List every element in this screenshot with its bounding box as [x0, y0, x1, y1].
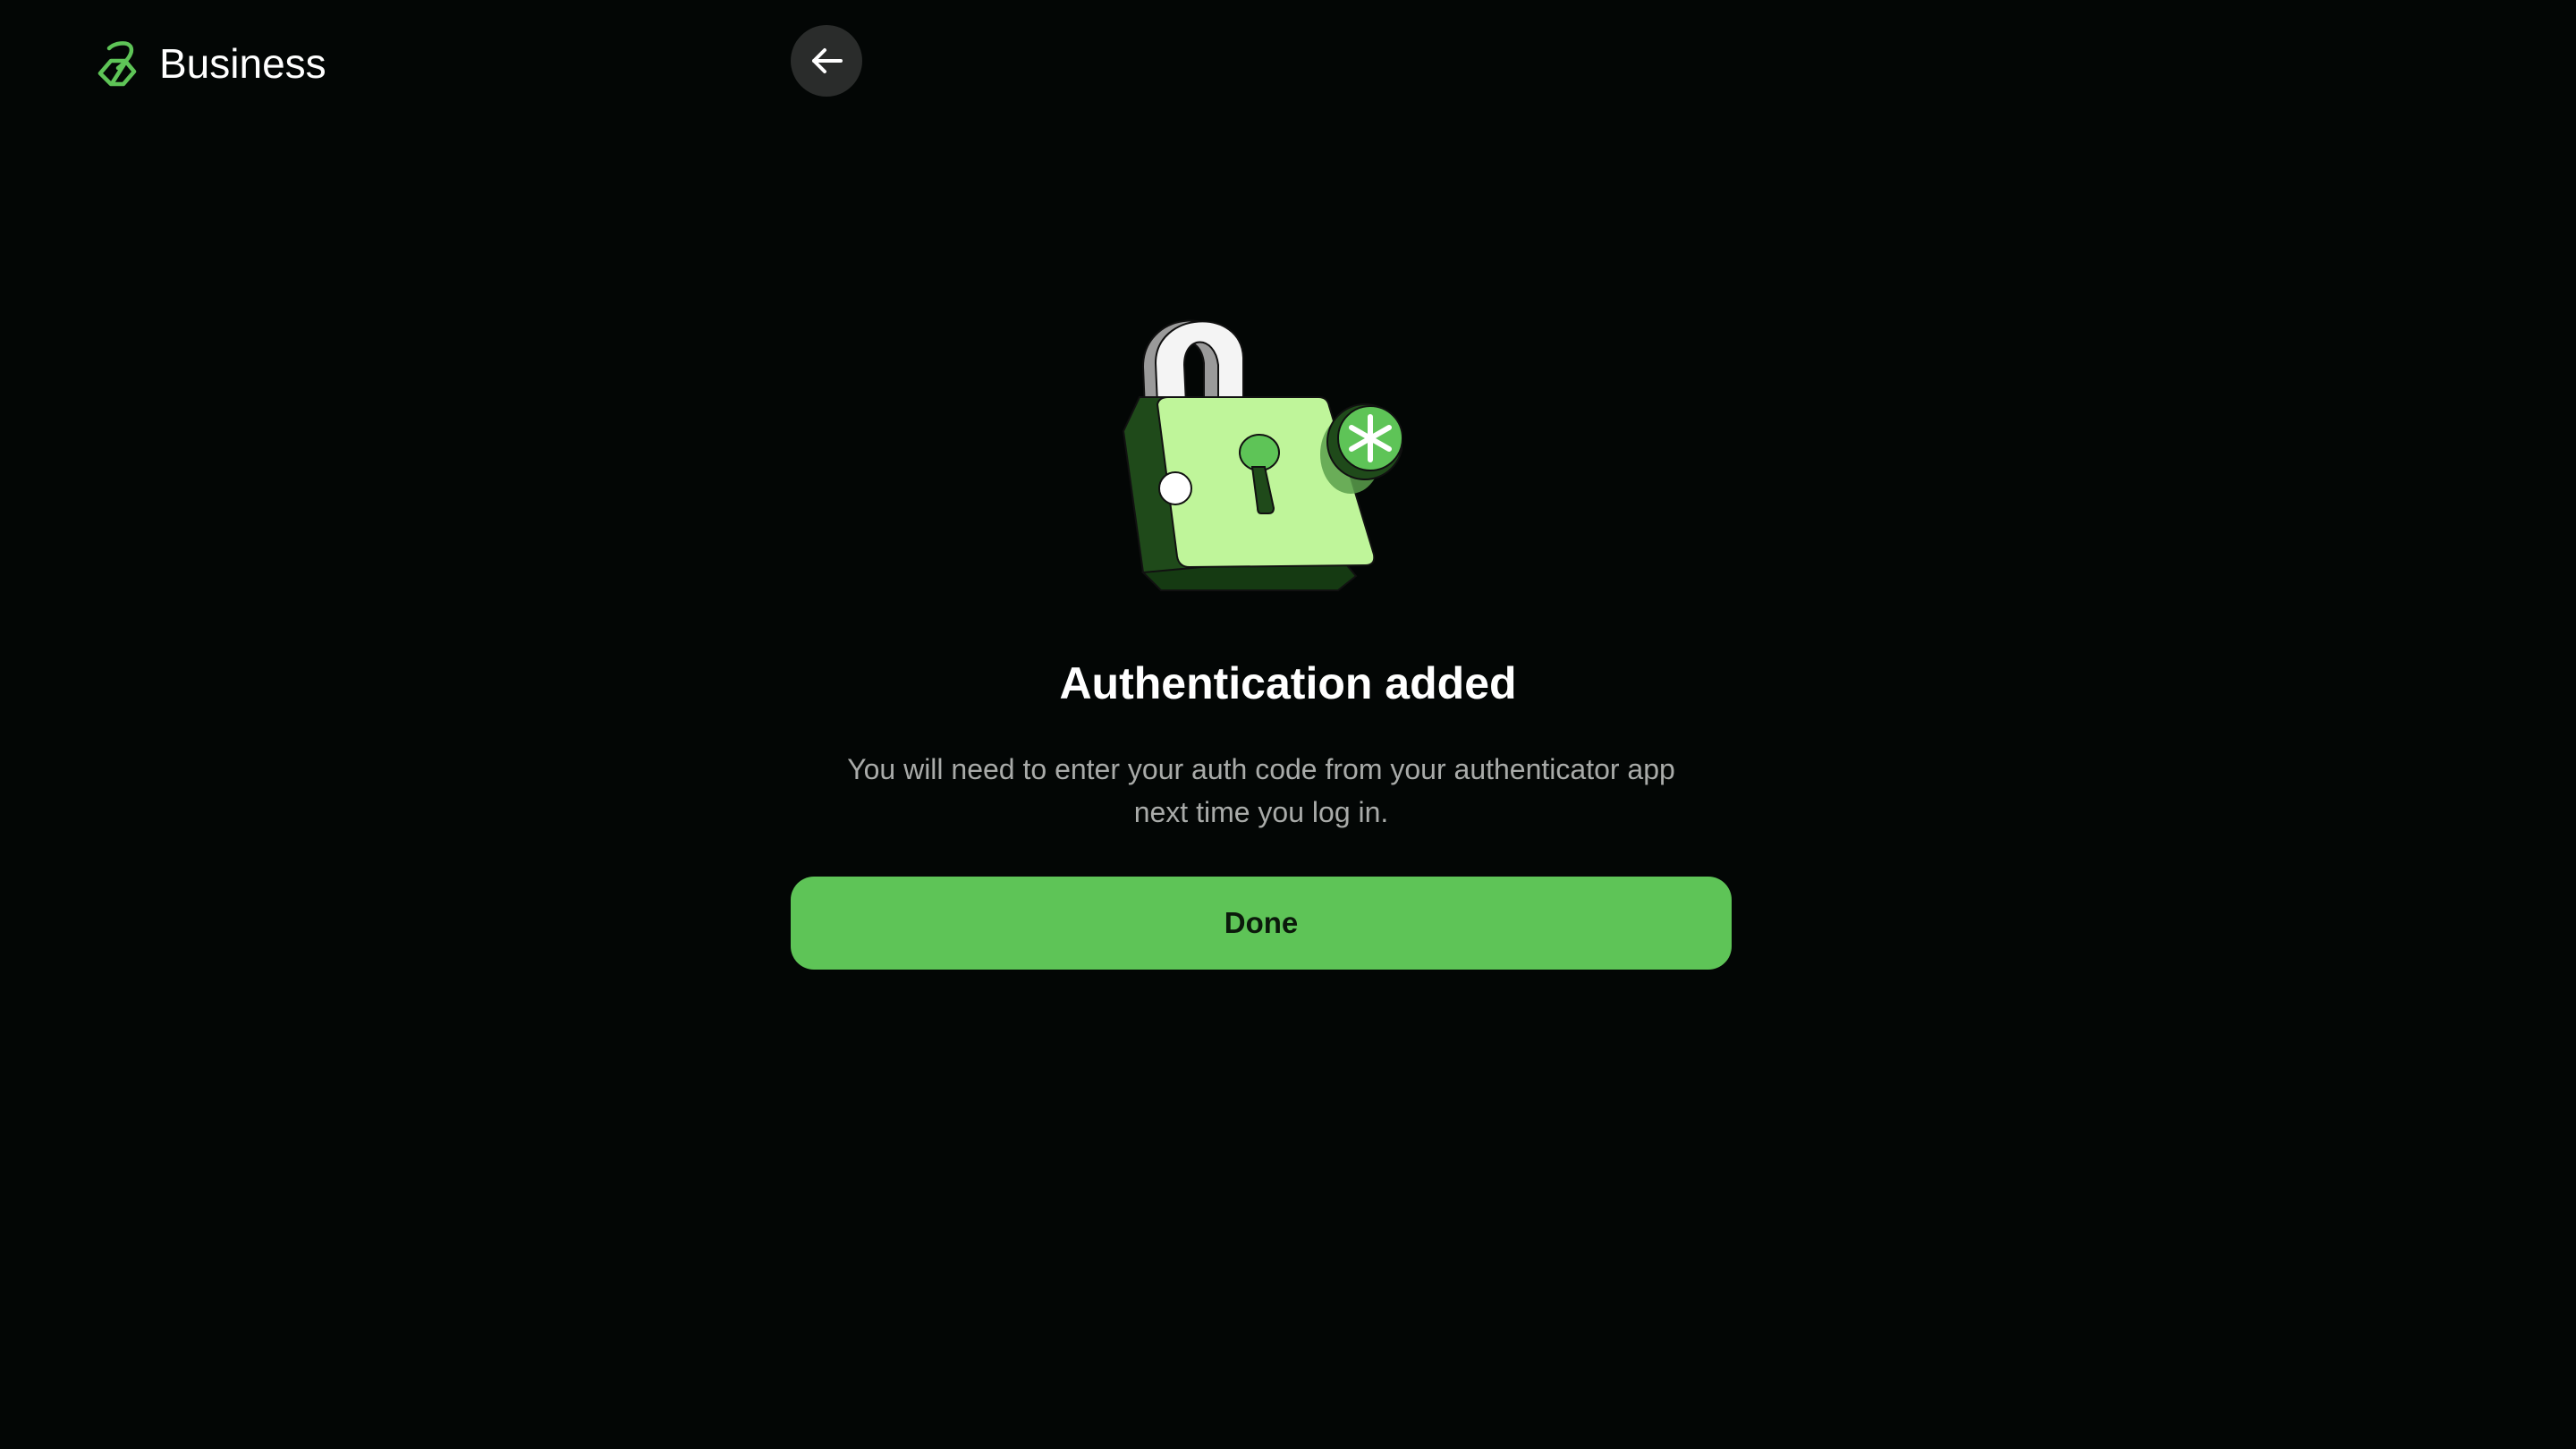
arrow-left-icon — [807, 41, 846, 80]
leaf-logo-icon — [95, 38, 147, 89]
padlock-illustration — [1107, 304, 1402, 599]
brand-name: Business — [159, 40, 326, 87]
padlock-asterisk-icon — [1122, 319, 1402, 592]
auth-added-page: Business Authentication added You will n… — [0, 0, 2576, 1449]
brand-logo[interactable]: Business — [95, 36, 326, 91]
description-line-1: You will need to enter your auth code fr… — [847, 753, 1675, 785]
back-button[interactable] — [791, 25, 862, 97]
done-button[interactable]: Done — [791, 877, 1732, 970]
description-line-2: next time you log in. — [1133, 796, 1389, 828]
description-text: You will need to enter your auth code fr… — [787, 748, 1735, 834]
page-title: Authentication added — [1059, 658, 1517, 708]
